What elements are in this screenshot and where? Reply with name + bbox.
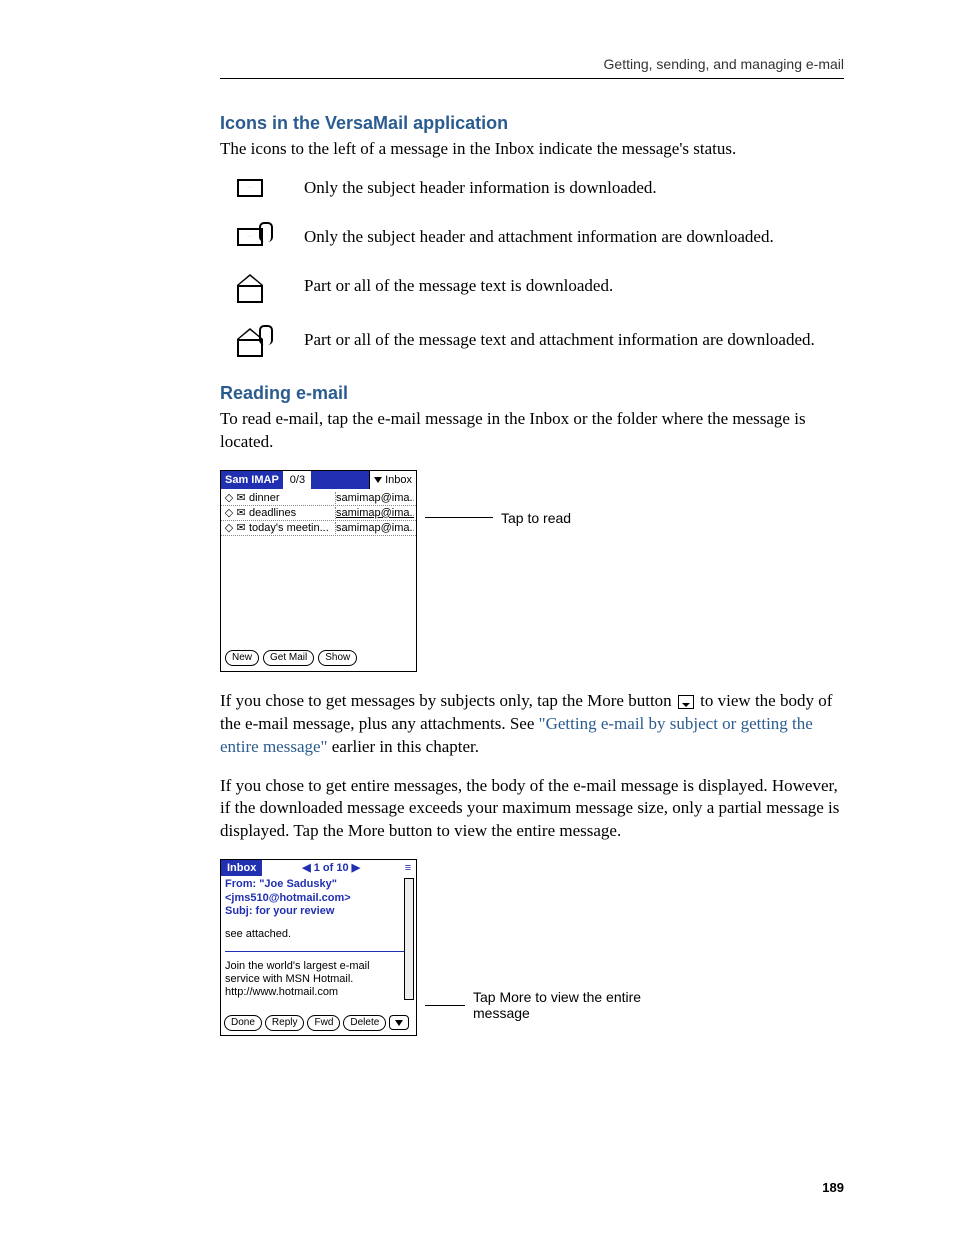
message-subject: dinner xyxy=(247,492,336,504)
section-heading-reading: Reading e-mail xyxy=(220,383,844,404)
reply-button[interactable]: Reply xyxy=(265,1015,305,1031)
callout-text: Tap More to view the entire message xyxy=(473,989,673,1021)
message-screenshot-block: Inbox ◀ 1 of 10 ▶ ≡ From: "Joe Sadusky" … xyxy=(220,859,844,1036)
address-line: <jms510@hotmail.com> xyxy=(225,892,412,905)
section-heading-icons: Icons in the VersaMail application xyxy=(220,113,844,134)
callout-leader-line xyxy=(425,1005,465,1006)
message-body: From: "Joe Sadusky" <jms510@hotmail.com>… xyxy=(221,876,416,943)
from-line: From: "Joe Sadusky" xyxy=(225,878,412,891)
paragraph-more: If you chose to get messages by subjects… xyxy=(220,690,844,759)
more-button[interactable] xyxy=(389,1015,409,1030)
get-mail-button[interactable]: Get Mail xyxy=(263,650,314,666)
palm-message-screenshot: Inbox ◀ 1 of 10 ▶ ≡ From: "Joe Sadusky" … xyxy=(220,859,417,1036)
folder-picker[interactable]: Inbox xyxy=(369,471,416,489)
section-intro: The icons to the left of a message in th… xyxy=(220,138,844,161)
chevron-down-icon xyxy=(374,477,382,483)
palm-toolbar: New Get Mail Show xyxy=(225,650,357,666)
new-button[interactable]: New xyxy=(225,650,259,666)
fwd-button[interactable]: Fwd xyxy=(307,1015,340,1031)
message-sender: samimap@ima... xyxy=(336,507,414,519)
envelope-closed-icon xyxy=(220,179,280,197)
more-button-icon xyxy=(678,695,694,709)
folder-label: Inbox xyxy=(385,471,412,489)
icon-row: Only the subject header information is d… xyxy=(220,177,844,200)
icon-description: Only the subject header information is d… xyxy=(280,177,844,200)
envelope-closed-attachment-icon xyxy=(220,228,280,246)
icon-description: Only the subject header and attachment i… xyxy=(280,226,844,249)
running-head: Getting, sending, and managing e-mail xyxy=(220,56,844,72)
envelope-open-icon xyxy=(220,277,280,303)
signature: Join the world's largest e-mail service … xyxy=(221,960,416,1002)
sig-line: service with MSN Hotmail. xyxy=(225,973,412,986)
section-intro: To read e-mail, tap the e-mail message i… xyxy=(220,408,844,454)
palm-inbox-screenshot: Sam IMAP 0/3 Inbox ◇ ✉ dinner samimap@im… xyxy=(220,470,417,672)
palm-titlebar: Sam IMAP 0/3 Inbox xyxy=(221,471,416,489)
callout: Tap More to view the entire message xyxy=(417,989,673,1021)
status-dot-icon: ◇ xyxy=(223,506,235,519)
icon-row: Part or all of the message text is downl… xyxy=(220,275,844,303)
message-nav[interactable]: ◀ 1 of 10 ▶ xyxy=(262,860,400,876)
message-list: ◇ ✉ dinner samimap@ima... ◇ ✉ deadlines … xyxy=(221,489,416,536)
icon-row: Only the subject header and attachment i… xyxy=(220,226,844,249)
divider xyxy=(225,951,412,952)
delete-button[interactable]: Delete xyxy=(343,1015,386,1031)
more-icon xyxy=(395,1020,403,1026)
message-subject: today's meetin... xyxy=(247,522,336,534)
callout-leader-line xyxy=(425,517,493,518)
palm-toolbar: Done Reply Fwd Delete xyxy=(224,1015,409,1031)
page-number: 189 xyxy=(822,1180,844,1195)
sig-line: Join the world's largest e-mail xyxy=(225,960,412,973)
message-row[interactable]: ◇ ✉ deadlines samimap@ima... xyxy=(221,506,416,521)
envelope-icon: ✉ xyxy=(235,521,247,534)
message-row[interactable]: ◇ ✉ today's meetin... samimap@ima... xyxy=(221,521,416,536)
message-sender: samimap@ima... xyxy=(336,522,414,534)
text: earlier in this chapter. xyxy=(327,737,479,756)
icon-description: Part or all of the message text and atta… xyxy=(280,329,844,352)
show-button[interactable]: Show xyxy=(318,650,357,666)
palm-message-header: Inbox ◀ 1 of 10 ▶ ≡ xyxy=(221,860,416,876)
status-dot-icon: ◇ xyxy=(223,491,235,504)
callout: Tap to read xyxy=(417,510,571,526)
body-text: see attached. xyxy=(225,928,412,941)
icon-description: Part or all of the message text is downl… xyxy=(280,275,844,298)
callout-text: Tap to read xyxy=(501,510,571,526)
page: Getting, sending, and managing e-mail Ic… xyxy=(0,0,954,1235)
icon-status-list: Only the subject header information is d… xyxy=(220,177,844,357)
icon-row: Part or all of the message text and atta… xyxy=(220,329,844,357)
message-sender: samimap@ima... xyxy=(336,492,414,504)
envelope-open-attachment-icon xyxy=(220,331,280,357)
message-row[interactable]: ◇ ✉ dinner samimap@ima... xyxy=(221,491,416,506)
status-dot-icon: ◇ xyxy=(223,521,235,534)
message-count: 0/3 xyxy=(284,471,311,489)
envelope-icon: ✉ xyxy=(235,506,247,519)
account-picker[interactable]: Sam IMAP xyxy=(221,471,284,489)
text: If you chose to get messages by subjects… xyxy=(220,691,676,710)
header-rule xyxy=(220,78,844,79)
inbox-screenshot-block: Sam IMAP 0/3 Inbox ◇ ✉ dinner samimap@im… xyxy=(220,470,844,672)
menu-icon[interactable]: ≡ xyxy=(400,862,416,874)
sig-line: http://www.hotmail.com xyxy=(225,986,412,999)
subject-line: Subj: for your review xyxy=(225,905,412,918)
message-subject: deadlines xyxy=(247,507,336,519)
done-button[interactable]: Done xyxy=(224,1015,262,1031)
folder-label: Inbox xyxy=(221,860,262,876)
envelope-icon: ✉ xyxy=(235,491,247,504)
paragraph-entire: If you chose to get entire messages, the… xyxy=(220,775,844,844)
